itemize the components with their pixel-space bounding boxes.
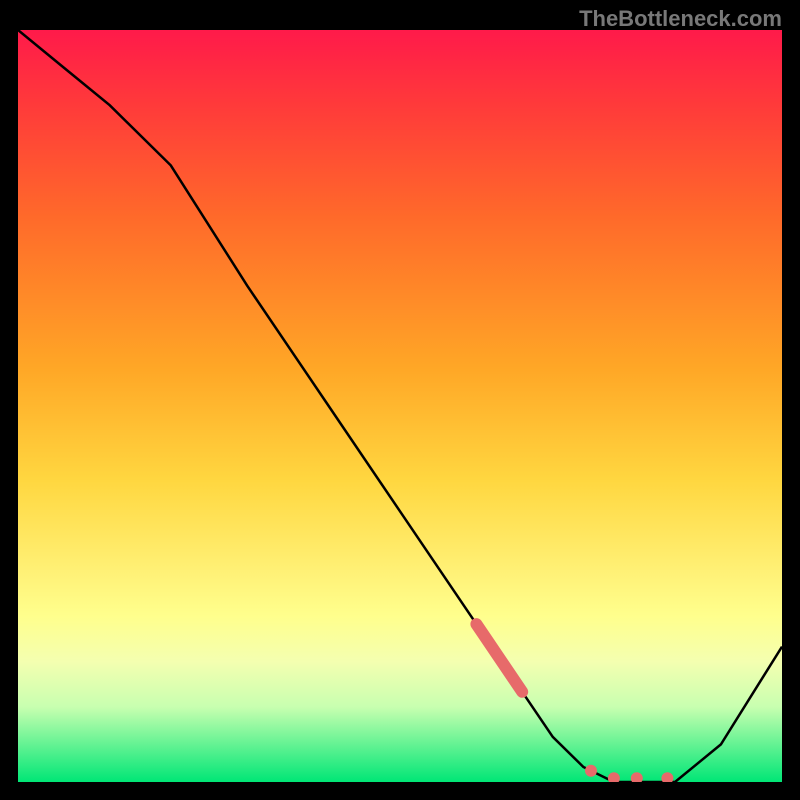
highlight-dot <box>631 772 643 782</box>
chart-plot-area <box>18 30 782 782</box>
chart-svg <box>18 30 782 782</box>
highlight-dot <box>661 772 673 782</box>
main-curve-line <box>18 30 782 782</box>
highlight-dot <box>608 772 620 782</box>
highlight-stroke <box>476 624 522 692</box>
highlight-dot <box>585 765 597 777</box>
watermark-text: TheBottleneck.com <box>579 6 782 32</box>
